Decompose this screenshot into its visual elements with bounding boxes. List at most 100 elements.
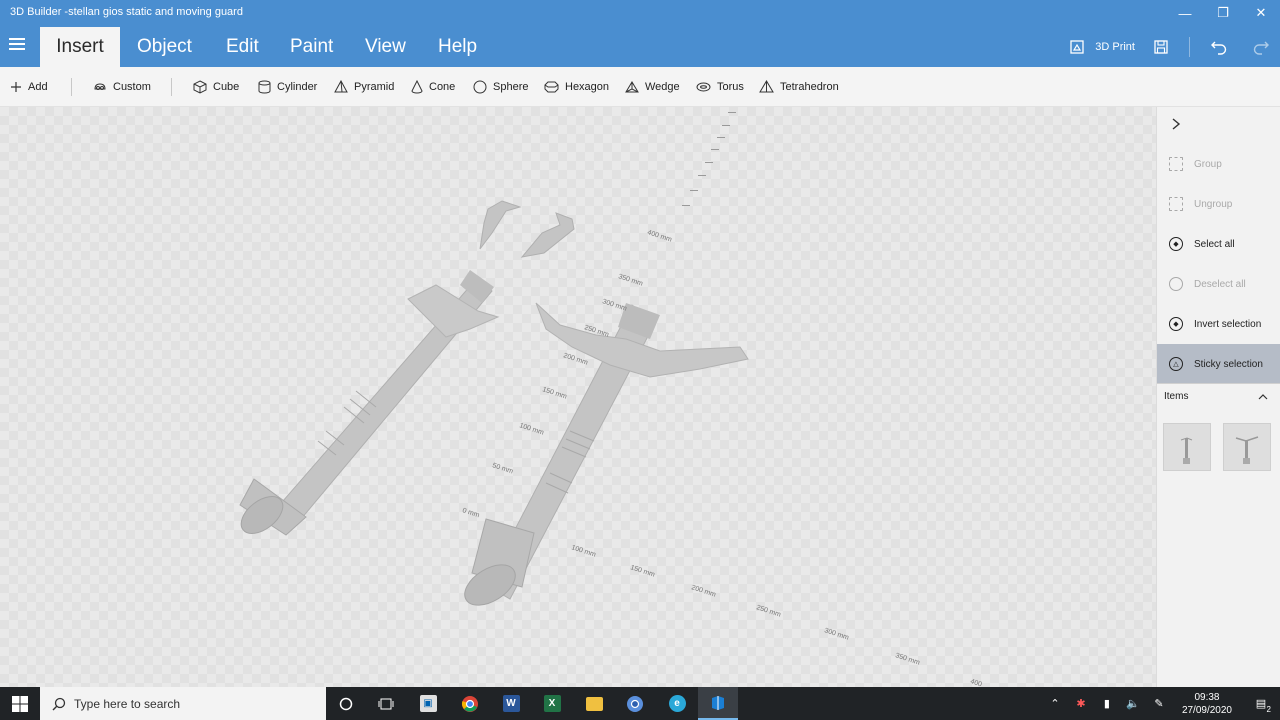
- hexagon-label: Hexagon: [565, 81, 610, 93]
- ungroup-label: Ungroup: [1194, 198, 1233, 210]
- cube-label: Cube: [213, 81, 240, 93]
- undo-button[interactable]: [1210, 39, 1228, 55]
- pyramid-label: Pyramid: [354, 81, 395, 93]
- select-all-button[interactable]: ◆ Select all: [1157, 224, 1280, 264]
- 3d-print-button[interactable]: 3D Print: [1069, 39, 1135, 55]
- file-explorer-app[interactable]: [574, 687, 614, 720]
- cone-label: Cone: [429, 81, 456, 93]
- quick-tools: 3D Print: [1069, 27, 1280, 67]
- window-controls: — ❐ ✕: [1166, 0, 1280, 28]
- ruler-label: 350 mm: [617, 273, 643, 288]
- word-icon: W: [502, 695, 520, 712]
- collapse-panel-chevron-icon[interactable]: [1169, 117, 1183, 131]
- invert-selection-label: Invert selection: [1194, 318, 1262, 330]
- hilt-thumbnail-icon: [1235, 436, 1259, 464]
- sticky-selection-button[interactable]: △ Sticky selection: [1157, 344, 1280, 384]
- crossguard-pieces[interactable]: [479, 200, 575, 258]
- start-button[interactable]: [0, 687, 40, 720]
- tab-view[interactable]: View: [365, 27, 406, 67]
- cube-button[interactable]: Cube: [193, 67, 239, 107]
- cylinder-label: Cylinder: [277, 81, 318, 93]
- hexagon-icon: [544, 81, 559, 93]
- group-button[interactable]: Group: [1157, 144, 1280, 184]
- tab-edit[interactable]: Edit: [226, 27, 259, 67]
- cylinder-button[interactable]: Cylinder: [258, 67, 317, 107]
- selection-panel: Group Ungroup ◆ Select all Deselect all …: [1156, 107, 1280, 687]
- close-button[interactable]: ✕: [1242, 0, 1280, 26]
- 3d-builder-app[interactable]: [698, 687, 738, 720]
- wedge-button[interactable]: Wedge: [625, 67, 680, 107]
- volume-muted-icon[interactable]: 🔈: [1120, 697, 1146, 710]
- sphere-button[interactable]: Sphere: [473, 67, 528, 107]
- ruler-horizontal: 100 mm 150 mm 200 mm 250 mm 300 mm 350 m…: [570, 544, 982, 687]
- add-label: Add: [28, 81, 48, 93]
- minimize-button[interactable]: —: [1166, 0, 1204, 26]
- cone-icon: [411, 80, 423, 94]
- redo-button[interactable]: [1252, 39, 1270, 55]
- items-header: Items: [1164, 391, 1189, 402]
- chrome-app[interactable]: [450, 687, 490, 720]
- item-thumbnail[interactable]: [1223, 423, 1271, 471]
- save-button[interactable]: [1153, 39, 1169, 55]
- item-thumbnail[interactable]: [1163, 423, 1211, 471]
- excel-app[interactable]: X: [532, 687, 572, 720]
- notifications-button[interactable]: ▤ 2: [1248, 697, 1274, 714]
- ruler-label: 100 mm: [518, 422, 544, 437]
- hilt-model-static[interactable]: [234, 270, 500, 541]
- cortana-icon: [339, 697, 353, 710]
- torus-button[interactable]: Torus: [696, 67, 744, 107]
- invert-selection-button[interactable]: ◆ Invert selection: [1157, 304, 1280, 344]
- ungroup-icon: [1169, 197, 1183, 211]
- system-tray: ⌃ ✱ ▮ 🔈 ✎ 09:38 27/09/2020 ▤ 2: [1042, 687, 1280, 720]
- hexagon-button[interactable]: Hexagon: [544, 67, 609, 107]
- 3d-print-label: 3D Print: [1095, 41, 1135, 53]
- word-app[interactable]: W: [491, 687, 531, 720]
- torus-label: Torus: [717, 81, 744, 93]
- 3d-viewport[interactable]: 0 mm 50 mm 100 mm 150 mm 200 mm 250 mm 3…: [0, 107, 1156, 687]
- ruler-label: 200 mm: [690, 584, 716, 599]
- ungroup-button[interactable]: Ungroup: [1157, 184, 1280, 224]
- clock[interactable]: 09:38 27/09/2020: [1182, 691, 1232, 717]
- security-tray-icon[interactable]: ✱: [1068, 697, 1094, 710]
- cortana-button[interactable]: [326, 687, 366, 720]
- store-icon: ▣: [419, 695, 437, 712]
- items-collapse-chevron-icon[interactable]: [1258, 393, 1268, 401]
- task-view-button[interactable]: [366, 687, 406, 720]
- notification-count: 2: [1266, 705, 1271, 714]
- deselect-all-button[interactable]: Deselect all: [1157, 264, 1280, 304]
- search-placeholder: Type here to search: [74, 696, 181, 711]
- add-button[interactable]: Add: [10, 67, 48, 107]
- pyramid-button[interactable]: Pyramid: [334, 67, 394, 107]
- battery-icon[interactable]: ▮: [1094, 697, 1120, 710]
- ruler-label: 150 mm: [629, 564, 655, 579]
- windows-taskbar: Type here to search ▣ W X e ⌃ ✱ ▮ 🔈 ✎ 09…: [0, 687, 1280, 720]
- chromium-icon: [627, 695, 643, 712]
- hilt-model-moving[interactable]: [458, 302, 749, 613]
- search-icon: [52, 697, 66, 710]
- tab-help[interactable]: Help: [438, 27, 477, 67]
- cone-button[interactable]: Cone: [411, 67, 455, 107]
- tab-object[interactable]: Object: [137, 27, 192, 67]
- redo-icon: [1253, 41, 1269, 55]
- tab-insert[interactable]: Insert: [40, 27, 120, 67]
- pen-icon[interactable]: ✎: [1146, 697, 1172, 710]
- taskbar-search-box[interactable]: Type here to search: [40, 687, 326, 720]
- custom-button[interactable]: Custom: [93, 67, 151, 107]
- tab-paint[interactable]: Paint: [290, 27, 333, 67]
- maximize-button[interactable]: ❐: [1204, 0, 1242, 26]
- plus-icon: [11, 82, 21, 92]
- show-hidden-icons-chevron-icon[interactable]: ⌃: [1042, 697, 1068, 710]
- windows-logo-icon: [12, 695, 28, 712]
- group-label: Group: [1194, 158, 1222, 170]
- folder-icon: [585, 696, 603, 711]
- ruler-label: 100 mm: [570, 544, 596, 559]
- tetrahedron-icon: [759, 80, 774, 93]
- sticky-selection-icon: △: [1169, 357, 1183, 371]
- hamburger-menu-icon[interactable]: [9, 38, 25, 52]
- select-all-label: Select all: [1194, 238, 1235, 250]
- store-app[interactable]: ▣: [408, 687, 448, 720]
- browser-app[interactable]: [615, 687, 655, 720]
- edge-app[interactable]: e: [657, 687, 697, 720]
- 3d-print-icon: [1070, 40, 1084, 54]
- tetrahedron-button[interactable]: Tetrahedron: [759, 67, 839, 107]
